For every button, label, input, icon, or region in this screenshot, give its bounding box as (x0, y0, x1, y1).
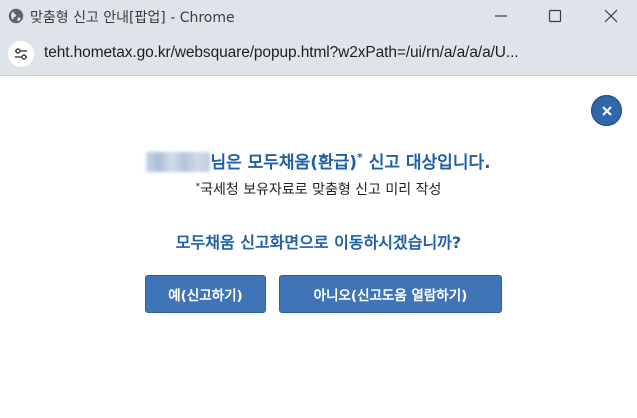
dialog-close-button[interactable] (591, 95, 622, 126)
headline-tail: 신고 대상입니다. (362, 153, 491, 173)
site-info-button[interactable] (8, 41, 34, 67)
maximize-button[interactable] (532, 0, 578, 32)
minimize-button[interactable] (478, 0, 524, 32)
url-text[interactable]: teht.hometax.go.kr/websquare/popup.html?… (44, 44, 519, 62)
footnote-text: *국세청 보유자료로 맞춤형 신고 미리 작성 (0, 179, 637, 199)
redacted-username (146, 152, 211, 172)
globe-icon (8, 8, 24, 24)
address-bar: teht.hometax.go.kr/websquare/popup.html?… (0, 32, 637, 76)
close-icon (601, 105, 612, 116)
footnote-body: 국세청 보유자료로 맞춤형 신고 미리 작성 (200, 182, 442, 198)
window-title: 맞춤형 신고 안내[팝업] - Chrome (30, 10, 235, 26)
maximize-icon (548, 9, 562, 23)
window-titlebar: 맞춤형 신고 안내[팝업] - Chrome (0, 0, 637, 32)
tune-icon (15, 48, 27, 60)
headline: 님은 모두채움(환급)* 신고 대상입니다. (0, 148, 637, 173)
yes-file-button[interactable]: 예(신고하기) (145, 275, 266, 313)
popup-content: 님은 모두채움(환급)* 신고 대상입니다. *국세청 보유자료로 맞춤형 신고… (0, 77, 637, 418)
minimize-icon (495, 15, 507, 17)
close-window-button[interactable] (588, 0, 634, 32)
no-view-help-button[interactable]: 아니오(신고도움 열람하기) (279, 275, 502, 313)
close-icon (604, 9, 618, 23)
confirm-question: 모두채움 신고화면으로 이동하시겠습니까? (175, 233, 462, 252)
headline-suffix: 님은 모두채움(환급) (210, 153, 358, 173)
